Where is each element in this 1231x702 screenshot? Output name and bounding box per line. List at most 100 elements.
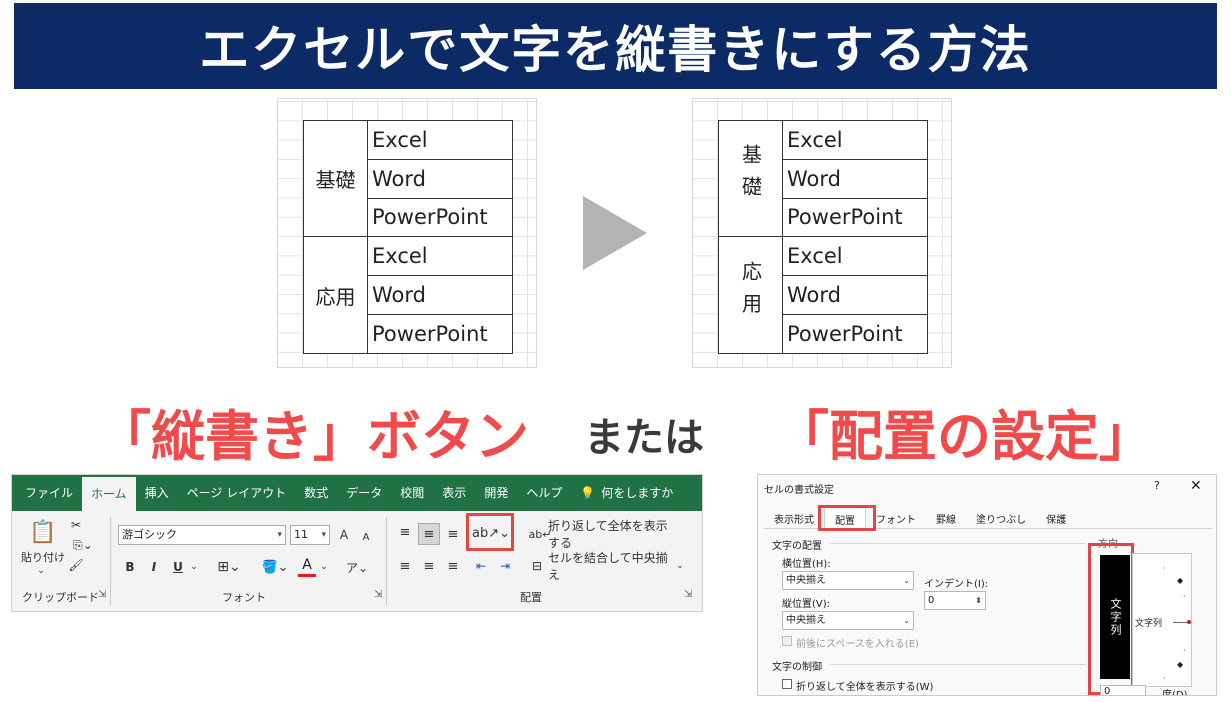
font-size-value: 11: [294, 528, 308, 541]
format-painter-icon[interactable]: 🖌: [68, 557, 84, 573]
dial-dot-icon: ·: [1183, 646, 1186, 655]
table-row: 基礎 Excel: [718, 119, 928, 238]
close-icon[interactable]: ✕: [1190, 478, 1202, 494]
alignment-settings-label: 「配置の設定」: [775, 405, 1153, 468]
tell-me-search[interactable]: 💡 何をしますか: [571, 475, 682, 511]
tab-help[interactable]: ヘルプ: [517, 475, 571, 511]
degree-value: 0: [1104, 686, 1111, 696]
tab-formulas[interactable]: 数式: [295, 475, 337, 511]
tab-fill[interactable]: 塗りつぶし: [966, 507, 1036, 528]
indent-spinner[interactable]: 0 ⬍: [924, 591, 986, 610]
font-size-select[interactable]: 11 ▾: [290, 525, 330, 545]
shrink-font-button[interactable]: A: [358, 527, 374, 547]
increase-indent-icon[interactable]: ⇥: [496, 557, 514, 575]
tab-view[interactable]: 表示: [433, 475, 475, 511]
title-banner: エクセルで文字を縦書きにする方法: [14, 3, 1217, 89]
merge-center-icon[interactable]: ⊟: [528, 557, 546, 575]
horizontal-label: 横位置(H):: [782, 559, 831, 570]
orientation-handle[interactable]: [1187, 620, 1191, 624]
decrease-indent-icon[interactable]: ⇤: [472, 557, 490, 575]
ribbon-body: 📋 貼り付け ⌄ ✂ ⎘⌄ 🖌 クリップボード ⇲ 游ゴシック ▾ 11 ▾ A A…: [12, 511, 702, 611]
dialog-title: セルの書式設定: [764, 485, 834, 496]
font-name-select[interactable]: 游ゴシック ▾: [118, 525, 286, 545]
indent-value: 0: [928, 595, 935, 606]
grow-font-button[interactable]: A: [336, 525, 352, 545]
item-cell: Excel: [782, 120, 928, 160]
tab-border[interactable]: 罫線: [926, 507, 966, 528]
align-top-icon[interactable]: ≡: [396, 523, 414, 541]
font-color-icon[interactable]: A: [298, 555, 316, 577]
tab-data[interactable]: データ: [337, 475, 391, 511]
vertical-button-label: 「縦書き」ボタン: [97, 405, 529, 468]
item-cell: Word: [782, 275, 928, 315]
tab-developer[interactable]: 開発: [475, 475, 517, 511]
tab-home[interactable]: ホーム: [82, 477, 136, 511]
align-right-icon[interactable]: ≡: [444, 557, 462, 575]
copy-icon[interactable]: ⎘⌄: [68, 537, 98, 553]
dialog-launcher-icon[interactable]: ⇲: [374, 589, 382, 600]
dialog-launcher-icon[interactable]: ⇲: [98, 589, 106, 600]
align-left-icon[interactable]: ≡: [396, 557, 414, 575]
item-cell: Excel: [782, 236, 928, 277]
highlight-alignment-tab: [818, 505, 876, 531]
align-middle-icon[interactable]: ≡: [418, 523, 440, 545]
fill-color-icon[interactable]: 🪣⌄: [258, 557, 292, 577]
help-icon[interactable]: ?: [1154, 479, 1160, 492]
bold-button[interactable]: B: [122, 557, 138, 577]
orientation-dial[interactable]: 文字列 · ◆ · · ◆ ·: [1132, 553, 1192, 687]
font-name-value: 游ゴシック: [122, 528, 177, 541]
paste-button[interactable]: 貼り付け: [16, 549, 70, 565]
item-cell: Excel: [367, 120, 513, 160]
item-cell: Word: [782, 158, 928, 199]
divider: [830, 543, 1086, 544]
tell-me-text: 何をしますか: [601, 486, 674, 500]
tab-number-format[interactable]: 表示形式: [764, 507, 824, 528]
tab-insert[interactable]: 挿入: [136, 475, 178, 511]
orientation-text-sample: 文字列: [1135, 619, 1163, 629]
degree-spinner[interactable]: 0: [1100, 685, 1146, 696]
paste-dropdown-icon[interactable]: ⌄: [34, 565, 48, 577]
chevron-down-icon[interactable]: ⌄: [674, 557, 686, 575]
tab-review[interactable]: 校閲: [391, 475, 433, 511]
italic-button[interactable]: I: [146, 557, 162, 577]
degree-label: 度(D): [1162, 690, 1188, 696]
space-checkbox[interactable]: [782, 636, 792, 646]
dialog-launcher-icon[interactable]: ⇲: [684, 589, 692, 600]
category-cell-vertical: 基礎: [718, 119, 783, 238]
lightbulb-icon: 💡: [580, 486, 596, 500]
item-cell: PowerPoint: [367, 313, 513, 354]
align-bottom-icon[interactable]: ≡: [444, 525, 462, 543]
paste-icon[interactable]: 📋: [28, 517, 58, 547]
section-text-control: 文字の制御: [772, 662, 822, 673]
vertical-select[interactable]: 中央揃え ⌄: [782, 611, 914, 630]
tab-protection[interactable]: 保護: [1036, 507, 1076, 528]
wrap-text-icon[interactable]: ab↵: [529, 525, 552, 543]
highlight-orientation-button: [466, 513, 514, 551]
cut-icon[interactable]: ✂: [68, 517, 84, 533]
chevron-down-icon[interactable]: ⌄: [318, 557, 330, 577]
tab-file[interactable]: ファイル: [16, 475, 82, 511]
chevron-down-icon: ⌄: [903, 616, 910, 625]
example-table-after: 基礎 Excel Word PowerPoint 応用 Excel Word P…: [718, 119, 928, 354]
indent-label: インデント(I):: [924, 579, 989, 590]
group-separator: [386, 517, 387, 605]
category-cell: 基礎: [303, 119, 368, 238]
group-label-font: フォント: [222, 591, 266, 604]
horizontal-select[interactable]: 中央揃え ⌄: [782, 571, 914, 590]
chevron-down-icon[interactable]: ⌄: [188, 557, 200, 577]
borders-icon[interactable]: ⊞⌄: [212, 557, 246, 577]
phonetic-icon[interactable]: ア⌄: [342, 557, 372, 577]
tab-page-layout[interactable]: ページ レイアウト: [178, 475, 296, 511]
format-cells-dialog: セルの書式設定 ? ✕ 表示形式 配置 フォント 罫線 塗りつぶし 保護 文字の…: [757, 474, 1217, 696]
table-row: 基礎 Excel: [303, 119, 513, 238]
align-center-icon[interactable]: ≡: [420, 557, 438, 575]
space-label: 前後にスペースを入れる(E): [796, 639, 919, 650]
horizontal-value: 中央揃え: [786, 575, 826, 586]
or-label: または: [584, 415, 704, 461]
wrap-checkbox[interactable]: [782, 679, 792, 689]
page-title: エクセルで文字を縦書きにする方法: [199, 21, 1032, 79]
merge-center-button[interactable]: セルを結合して中央揃え: [548, 551, 678, 582]
wrap-text-button[interactable]: 折り返して全体を表示する: [548, 519, 678, 550]
item-cell: Word: [367, 275, 513, 315]
underline-button[interactable]: U: [170, 557, 186, 577]
